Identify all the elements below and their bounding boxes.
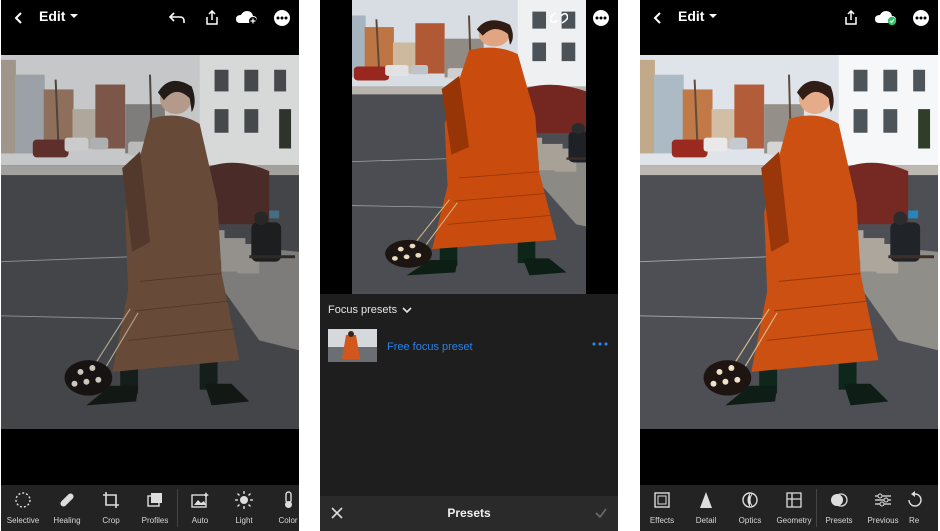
more-icon — [274, 10, 290, 26]
tool-label: Profiles — [141, 516, 169, 525]
back-button[interactable] — [648, 6, 668, 30]
top-bar: Edit — [1, 0, 299, 36]
more-button[interactable] — [590, 6, 612, 30]
presets-title: Presets — [447, 506, 491, 520]
tool-label: Light — [235, 516, 253, 525]
healing-icon — [60, 493, 74, 507]
presets-icon — [831, 493, 848, 507]
selective-icon — [15, 492, 31, 508]
optics-icon — [742, 492, 758, 508]
tool-label: Re — [909, 516, 920, 525]
chevron-down-icon — [709, 14, 718, 18]
undo-button[interactable] — [166, 6, 188, 30]
preset-item[interactable]: Free focus preset — [328, 329, 610, 363]
tool-label: Effects — [649, 516, 675, 525]
tool-label: Detail — [695, 516, 717, 525]
more-icon — [913, 10, 929, 26]
tool-label: Healing — [53, 516, 81, 525]
share-button[interactable] — [201, 6, 223, 30]
tool-crop[interactable]: Crop — [89, 485, 133, 531]
tool-presets[interactable]: Presets — [817, 485, 861, 531]
tool-label: Crop — [102, 516, 120, 525]
tool-auto[interactable]: Auto — [178, 485, 222, 531]
more-horizontal-icon[interactable] — [590, 337, 610, 351]
tool-label: Optics — [738, 516, 762, 525]
more-button[interactable] — [271, 6, 293, 30]
edit-menu[interactable]: Edit — [39, 8, 79, 24]
undo-icon — [168, 12, 185, 23]
tool-healing[interactable]: Healing — [45, 485, 89, 531]
crop-icon — [103, 492, 119, 508]
color-icon — [285, 491, 292, 508]
tool-previous[interactable]: Previous — [861, 485, 905, 531]
share-icon — [206, 10, 218, 25]
cloud-synced-button[interactable] — [873, 6, 899, 30]
share-icon — [845, 10, 857, 25]
edit-title: Edit — [39, 8, 66, 24]
photo-preview — [352, 0, 586, 294]
more-button[interactable] — [910, 6, 932, 30]
chevron-down-icon — [70, 14, 79, 18]
tool-label: Presets — [825, 516, 853, 525]
preset-group-label: Focus presets — [328, 304, 398, 316]
share-button[interactable] — [840, 6, 862, 30]
tools-bar: Selective Healing Crop Profiles Auto Lig… — [1, 485, 299, 531]
tool-light[interactable]: Light — [222, 485, 266, 531]
cloud-upload-icon — [236, 11, 257, 25]
tool-profiles[interactable]: Profiles — [133, 485, 177, 531]
detail-icon — [700, 492, 712, 508]
tool-color[interactable]: Color — [266, 485, 299, 531]
photo-edited — [640, 55, 938, 429]
edit-screen-right: Edit Effects Detail Optics Geometry Pres… — [640, 0, 938, 531]
tool-detail[interactable]: Detail — [684, 485, 728, 531]
more-icon — [593, 10, 609, 26]
edit-screen-left: Edit Selective Healing Crop Profiles Aut… — [1, 0, 299, 531]
top-bar: Edit — [640, 0, 938, 36]
link-icon — [550, 12, 568, 24]
presets-screen: Focus presets Free focus preset Presets — [320, 0, 618, 531]
tool-label: Selective — [6, 516, 40, 525]
cloud-sync-button[interactable] — [234, 6, 260, 30]
effects-icon — [654, 492, 670, 508]
presets-panel: Focus presets Free focus preset — [320, 294, 618, 496]
tool-selective[interactable]: Selective — [1, 485, 45, 531]
geometry-icon — [786, 492, 802, 508]
auto-icon — [191, 492, 209, 508]
reset-icon — [908, 491, 922, 507]
edit-title: Edit — [678, 8, 705, 24]
tool-label: Auto — [191, 516, 209, 525]
preset-name: Free focus preset — [387, 341, 473, 353]
chevron-left-icon — [14, 12, 22, 24]
light-icon — [235, 491, 253, 509]
check-icon[interactable] — [594, 506, 608, 520]
tool-optics[interactable]: Optics — [728, 485, 772, 531]
previous-icon — [875, 493, 891, 507]
profiles-icon — [147, 493, 162, 507]
tools-bar: Effects Detail Optics Geometry Presets P… — [640, 485, 938, 531]
chevron-left-icon — [653, 12, 661, 24]
tool-label: Previous — [867, 516, 899, 525]
photo-muted — [1, 55, 299, 429]
edit-menu[interactable]: Edit — [678, 8, 718, 24]
tool-reset[interactable]: Re — [905, 485, 925, 531]
tool-label: Color — [278, 516, 298, 525]
preset-group-dropdown[interactable]: Focus presets — [328, 304, 412, 316]
tool-effects[interactable]: Effects — [640, 485, 684, 531]
tool-label: Geometry — [776, 516, 812, 525]
link-button[interactable] — [548, 6, 570, 30]
tool-geometry[interactable]: Geometry — [772, 485, 816, 531]
cloud-synced-icon — [875, 11, 897, 26]
preset-thumbnail — [328, 329, 377, 362]
back-button[interactable] — [9, 6, 29, 30]
presets-bottom-bar: Presets — [320, 496, 618, 531]
chevron-down-icon — [402, 307, 412, 314]
